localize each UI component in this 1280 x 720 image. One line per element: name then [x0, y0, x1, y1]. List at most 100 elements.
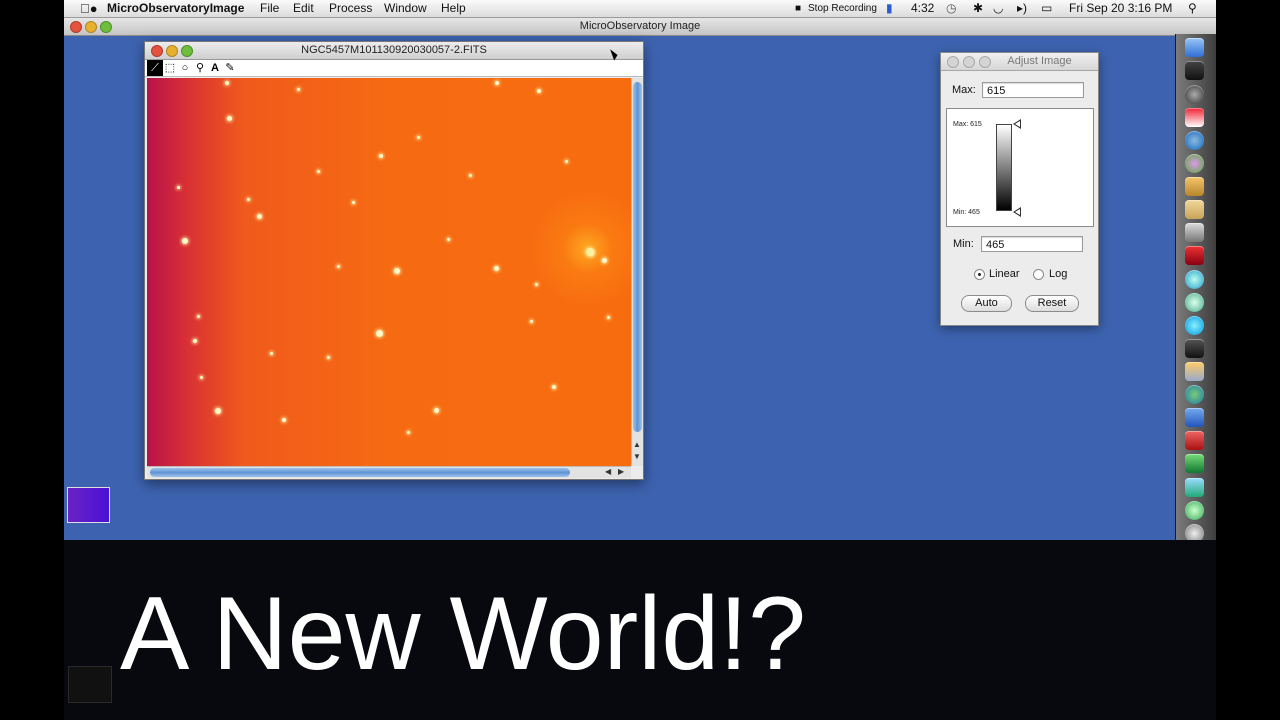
time-machine-icon[interactable] — [1185, 293, 1204, 312]
max-input[interactable]: 615 — [982, 82, 1084, 98]
star — [376, 330, 383, 337]
astronomy-image[interactable] — [147, 78, 631, 466]
wifi-icon[interactable]: ◡ — [993, 1, 1003, 16]
scroll-down-icon[interactable]: ▼ — [633, 452, 641, 462]
linear-label[interactable]: Linear — [989, 268, 1020, 280]
app-titlebar: MicroObservatory Image — [64, 18, 1216, 36]
battery-icon[interactable]: ▭ — [1041, 1, 1052, 16]
scroll-right-icon[interactable]: ▶ — [618, 467, 624, 477]
min-slider-handle[interactable] — [1013, 207, 1021, 217]
finder-icon[interactable] — [1185, 38, 1204, 57]
image-toolbar: ⟋ ⬚ ○ ⚲ A ✎ — [145, 60, 643, 77]
folder-icon[interactable] — [1185, 177, 1204, 196]
reset-button[interactable]: Reset — [1025, 295, 1079, 312]
chrome-icon[interactable] — [1185, 154, 1204, 173]
vertical-scroll-thumb[interactable] — [633, 82, 642, 432]
log-radio[interactable] — [1033, 269, 1044, 280]
itunes-icon[interactable] — [1185, 270, 1204, 289]
notes-icon[interactable] — [1185, 200, 1204, 219]
max-slider-handle[interactable] — [1013, 119, 1021, 129]
log-label[interactable]: Log — [1049, 268, 1067, 280]
time-machine-icon[interactable]: ◷ — [946, 1, 956, 16]
bluetooth-icon[interactable]: ✱ — [973, 1, 983, 16]
star — [282, 418, 286, 422]
star — [182, 238, 188, 244]
calendar-icon[interactable] — [1185, 108, 1204, 127]
preview-icon[interactable] — [1185, 223, 1204, 242]
iphoto-icon[interactable] — [1185, 362, 1204, 381]
menu-edit[interactable]: Edit — [293, 1, 314, 16]
ramp-min-label: Min: 465 — [953, 209, 980, 216]
oval-tool-icon[interactable]: ○ — [177, 60, 193, 76]
clapperboard-icon[interactable] — [1185, 61, 1204, 80]
imovie-icon[interactable] — [1185, 339, 1204, 358]
caption-bar: A New World!? — [64, 540, 1216, 720]
galaxy-core — [586, 248, 594, 256]
adjust-image-panel: Adjust Image Max: 615 Max: 615 Min: 465 … — [940, 52, 1099, 326]
star — [607, 316, 610, 319]
word-icon[interactable] — [1185, 408, 1204, 427]
star — [177, 186, 180, 189]
dock — [1175, 34, 1216, 543]
menu-window[interactable]: Window — [384, 1, 427, 16]
stop-recording-label[interactable]: Stop Recording — [808, 1, 877, 16]
image-window-title: NGC5457M101130920030057-2.FITS — [301, 44, 487, 56]
caption-box — [68, 666, 112, 703]
star — [379, 154, 383, 158]
magnifier-icon[interactable]: ⚲ — [192, 60, 208, 76]
apple-icon[interactable]: ● — [80, 1, 98, 16]
caption-text: A New World!? — [120, 576, 806, 692]
desktop: ● MicroObservatoryImage File Edit Proce… — [64, 0, 1216, 720]
stop-recording-icon[interactable]: ■ — [795, 1, 801, 16]
auto-button[interactable]: Auto — [961, 295, 1012, 312]
adjust-panel-titlebar[interactable]: Adjust Image — [941, 53, 1098, 71]
globe-icon[interactable] — [1185, 385, 1204, 404]
star — [530, 320, 533, 323]
text-tool-icon[interactable]: A — [207, 60, 223, 76]
contrast-ramp-box: Max: 615 Min: 465 — [946, 108, 1094, 227]
image-window-titlebar[interactable]: NGC5457M101130920030057-2.FITS — [145, 42, 643, 60]
messenger-icon[interactable] — [1185, 478, 1204, 497]
star — [495, 81, 499, 85]
scroll-up-icon[interactable]: ▲ — [633, 440, 641, 450]
star — [535, 283, 538, 286]
powerpoint-icon[interactable] — [1185, 431, 1204, 450]
photo-booth-icon[interactable] — [1185, 246, 1204, 265]
dashboard-icon[interactable] — [1185, 85, 1204, 104]
scroll-left-icon[interactable]: ◀ — [605, 467, 611, 477]
skype-icon[interactable] — [1185, 316, 1204, 335]
star — [297, 88, 300, 91]
close-icon[interactable] — [947, 56, 959, 68]
minimized-image-thumbnail[interactable] — [67, 487, 110, 523]
line-tool-icon[interactable]: ⟋ — [147, 60, 163, 76]
min-input[interactable]: 465 — [981, 236, 1083, 252]
grayscale-ramp — [996, 124, 1012, 211]
right-letterbox — [1216, 0, 1280, 720]
menu-help[interactable]: Help — [441, 1, 466, 16]
minimize-icon[interactable] — [963, 56, 975, 68]
horizontal-scrollbar[interactable]: ◀ ▶ — [147, 466, 631, 478]
spotlight-status-icon[interactable]: ▮ — [886, 1, 893, 16]
spotlight-search-icon[interactable]: ⚲ — [1188, 1, 1197, 16]
star — [494, 266, 499, 271]
app-store-icon[interactable] — [1185, 131, 1204, 150]
star — [447, 238, 450, 241]
volume-icon[interactable]: ▸) — [1017, 1, 1027, 16]
linear-radio[interactable] — [974, 269, 985, 280]
menubar-clock[interactable]: Fri Sep 20 3:16 PM — [1069, 1, 1172, 16]
excel-icon[interactable] — [1185, 454, 1204, 473]
horizontal-scroll-thumb[interactable] — [150, 468, 570, 477]
star — [565, 160, 568, 163]
pencil-icon[interactable]: ✎ — [222, 60, 238, 76]
image-window: NGC5457M101130920030057-2.FITS ⟋ ⬚ ○ ⚲ A… — [144, 41, 644, 480]
star — [327, 356, 330, 359]
menu-file[interactable]: File — [260, 1, 279, 16]
app-menu[interactable]: MicroObservatoryImage — [107, 1, 244, 16]
rectangle-select-icon[interactable]: ⬚ — [162, 60, 178, 76]
menu-process[interactable]: Process — [329, 1, 372, 16]
download-icon[interactable] — [1185, 501, 1204, 520]
vertical-scrollbar[interactable]: ▲ ▼ — [631, 78, 643, 466]
min-label: Min: — [953, 238, 974, 250]
star — [434, 408, 439, 413]
star — [469, 174, 472, 177]
